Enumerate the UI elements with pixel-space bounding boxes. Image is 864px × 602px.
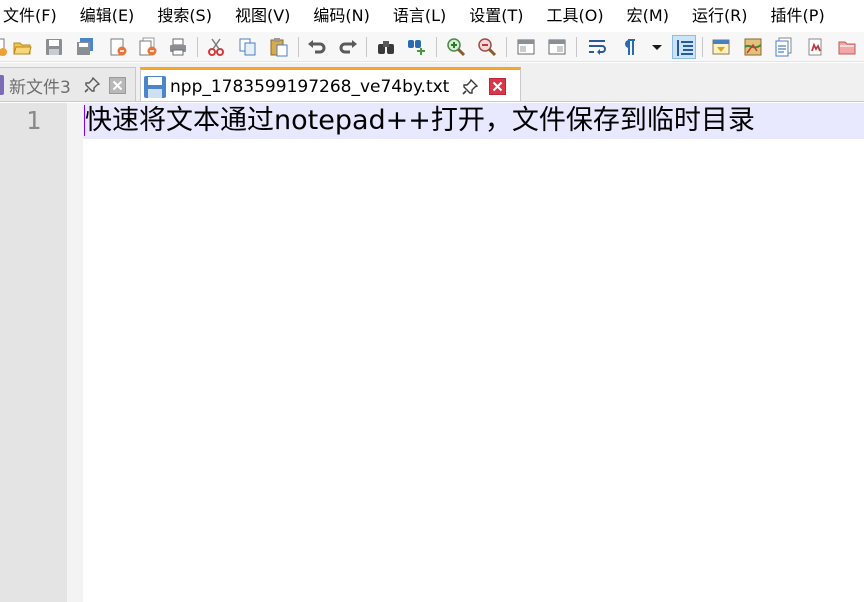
toolbar — [0, 32, 864, 62]
menu-tools[interactable]: 工具(O) — [535, 0, 615, 32]
toolbar-separator — [366, 37, 367, 57]
open-folder-icon — [13, 42, 32, 55]
paste-button[interactable] — [267, 35, 291, 59]
menu-run[interactable]: 运行(R) — [680, 0, 759, 32]
close-file-button[interactable] — [106, 35, 130, 59]
document-map-icon — [744, 38, 762, 56]
line-number: 1 — [25, 106, 41, 135]
pin-icon[interactable] — [461, 78, 479, 96]
indent-guide-button[interactable] — [672, 35, 696, 59]
find-icon — [378, 41, 394, 54]
show-all-characters-button[interactable] — [617, 35, 641, 59]
document-icon — [0, 75, 4, 95]
dropdown-arrow-icon — [652, 45, 662, 50]
close-icon[interactable] — [489, 78, 507, 95]
toolbar-dropdown-button[interactable] — [645, 35, 669, 59]
zoom-in-button[interactable] — [444, 35, 468, 59]
menu-settings[interactable]: 设置(T) — [457, 0, 534, 32]
menu-macro[interactable]: 宏(M) — [615, 0, 680, 32]
tab-bar: 新文件3 npp_1783599197268_ve74by.txt — [0, 63, 864, 102]
user-defined-language-icon — [712, 39, 730, 55]
sync-horizontal-button[interactable] — [545, 35, 569, 59]
toolbar-separator — [197, 37, 198, 57]
monitoring-button[interactable] — [835, 35, 859, 59]
menu-bar: 文件(F) 编辑(E) 搜索(S) 视图(V) 编码(N) 语言(L) 设置(T… — [0, 0, 864, 32]
word-wrap-icon — [589, 40, 606, 55]
open-file-button[interactable] — [10, 35, 34, 59]
sync-horizontal-icon — [548, 39, 566, 55]
close-all-button[interactable] — [136, 35, 160, 59]
cut-icon — [208, 38, 224, 56]
toolbar-separator — [298, 37, 299, 57]
function-list-icon — [775, 37, 792, 57]
toolbar-separator — [702, 37, 703, 57]
zoom-in-icon — [447, 38, 466, 57]
menu-view[interactable]: 视图(V) — [223, 0, 301, 32]
tab-active-file[interactable]: npp_1783599197268_ve74by.txt — [140, 67, 521, 101]
editor-line[interactable]: 快速将文本通过notepad++打开，文件保存到临时目录 — [85, 103, 864, 139]
save-all-icon — [77, 38, 93, 55]
close-all-icon — [139, 37, 157, 56]
copy-icon — [239, 38, 256, 56]
copy-button[interactable] — [236, 35, 260, 59]
editor-area[interactable]: 1 快速将文本通过notepad++打开，文件保存到临时目录 — [0, 103, 864, 602]
function-list-button[interactable] — [772, 35, 796, 59]
new-file-button[interactable] — [0, 35, 10, 59]
show-all-characters-icon — [625, 39, 635, 55]
folder-as-workspace-button[interactable] — [804, 35, 828, 59]
menu-language[interactable]: 语言(L) — [381, 0, 457, 32]
menu-plugins[interactable]: 插件(P) — [759, 0, 836, 32]
paste-icon — [270, 38, 288, 57]
menu-search[interactable]: 搜索(S) — [145, 0, 223, 32]
replace-button[interactable] — [405, 35, 429, 59]
menu-file[interactable]: 文件(F) — [0, 0, 68, 32]
document-map-button[interactable] — [741, 35, 765, 59]
close-icon[interactable] — [108, 76, 126, 94]
user-defined-language-button[interactable] — [709, 35, 733, 59]
print-button[interactable] — [166, 35, 190, 59]
undo-button[interactable] — [305, 35, 329, 59]
tab-new-file-3[interactable]: 新文件3 — [0, 67, 136, 101]
word-wrap-button[interactable] — [585, 35, 609, 59]
indent-guide-icon — [677, 40, 693, 56]
zoom-out-icon — [478, 38, 497, 57]
save-button[interactable] — [42, 35, 66, 59]
menu-encoding[interactable]: 编码(N) — [301, 0, 380, 32]
folder-as-workspace-icon — [808, 38, 822, 56]
save-icon — [144, 75, 166, 98]
redo-icon — [339, 40, 357, 54]
replace-icon — [408, 40, 425, 55]
save-icon — [46, 39, 62, 55]
print-icon — [170, 38, 186, 56]
menu-edit[interactable]: 编辑(E) — [68, 0, 146, 32]
toolbar-separator — [506, 37, 507, 57]
undo-icon — [308, 40, 326, 54]
monitoring-icon — [838, 41, 856, 55]
new-file-icon — [0, 38, 7, 56]
sync-vertical-icon — [517, 39, 535, 55]
close-file-icon — [110, 38, 127, 56]
zoom-out-button[interactable] — [475, 35, 499, 59]
tab-label: npp_1783599197268_ve74by.txt — [170, 76, 450, 97]
line-number-gutter: 1 — [0, 103, 67, 602]
sync-vertical-button[interactable] — [514, 35, 538, 59]
notepad-plus-plus-window: 文件(F) 编辑(E) 搜索(S) 视图(V) 编码(N) 语言(L) 设置(T… — [0, 0, 864, 602]
pin-icon[interactable] — [83, 76, 101, 94]
find-button[interactable] — [374, 35, 398, 59]
fold-margin[interactable] — [67, 103, 83, 602]
toolbar-separator — [576, 37, 577, 57]
save-all-button[interactable] — [73, 35, 97, 59]
cut-button[interactable] — [204, 35, 228, 59]
toolbar-separator — [436, 37, 437, 57]
redo-button[interactable] — [336, 35, 360, 59]
tab-label: 新文件3 — [9, 77, 71, 98]
